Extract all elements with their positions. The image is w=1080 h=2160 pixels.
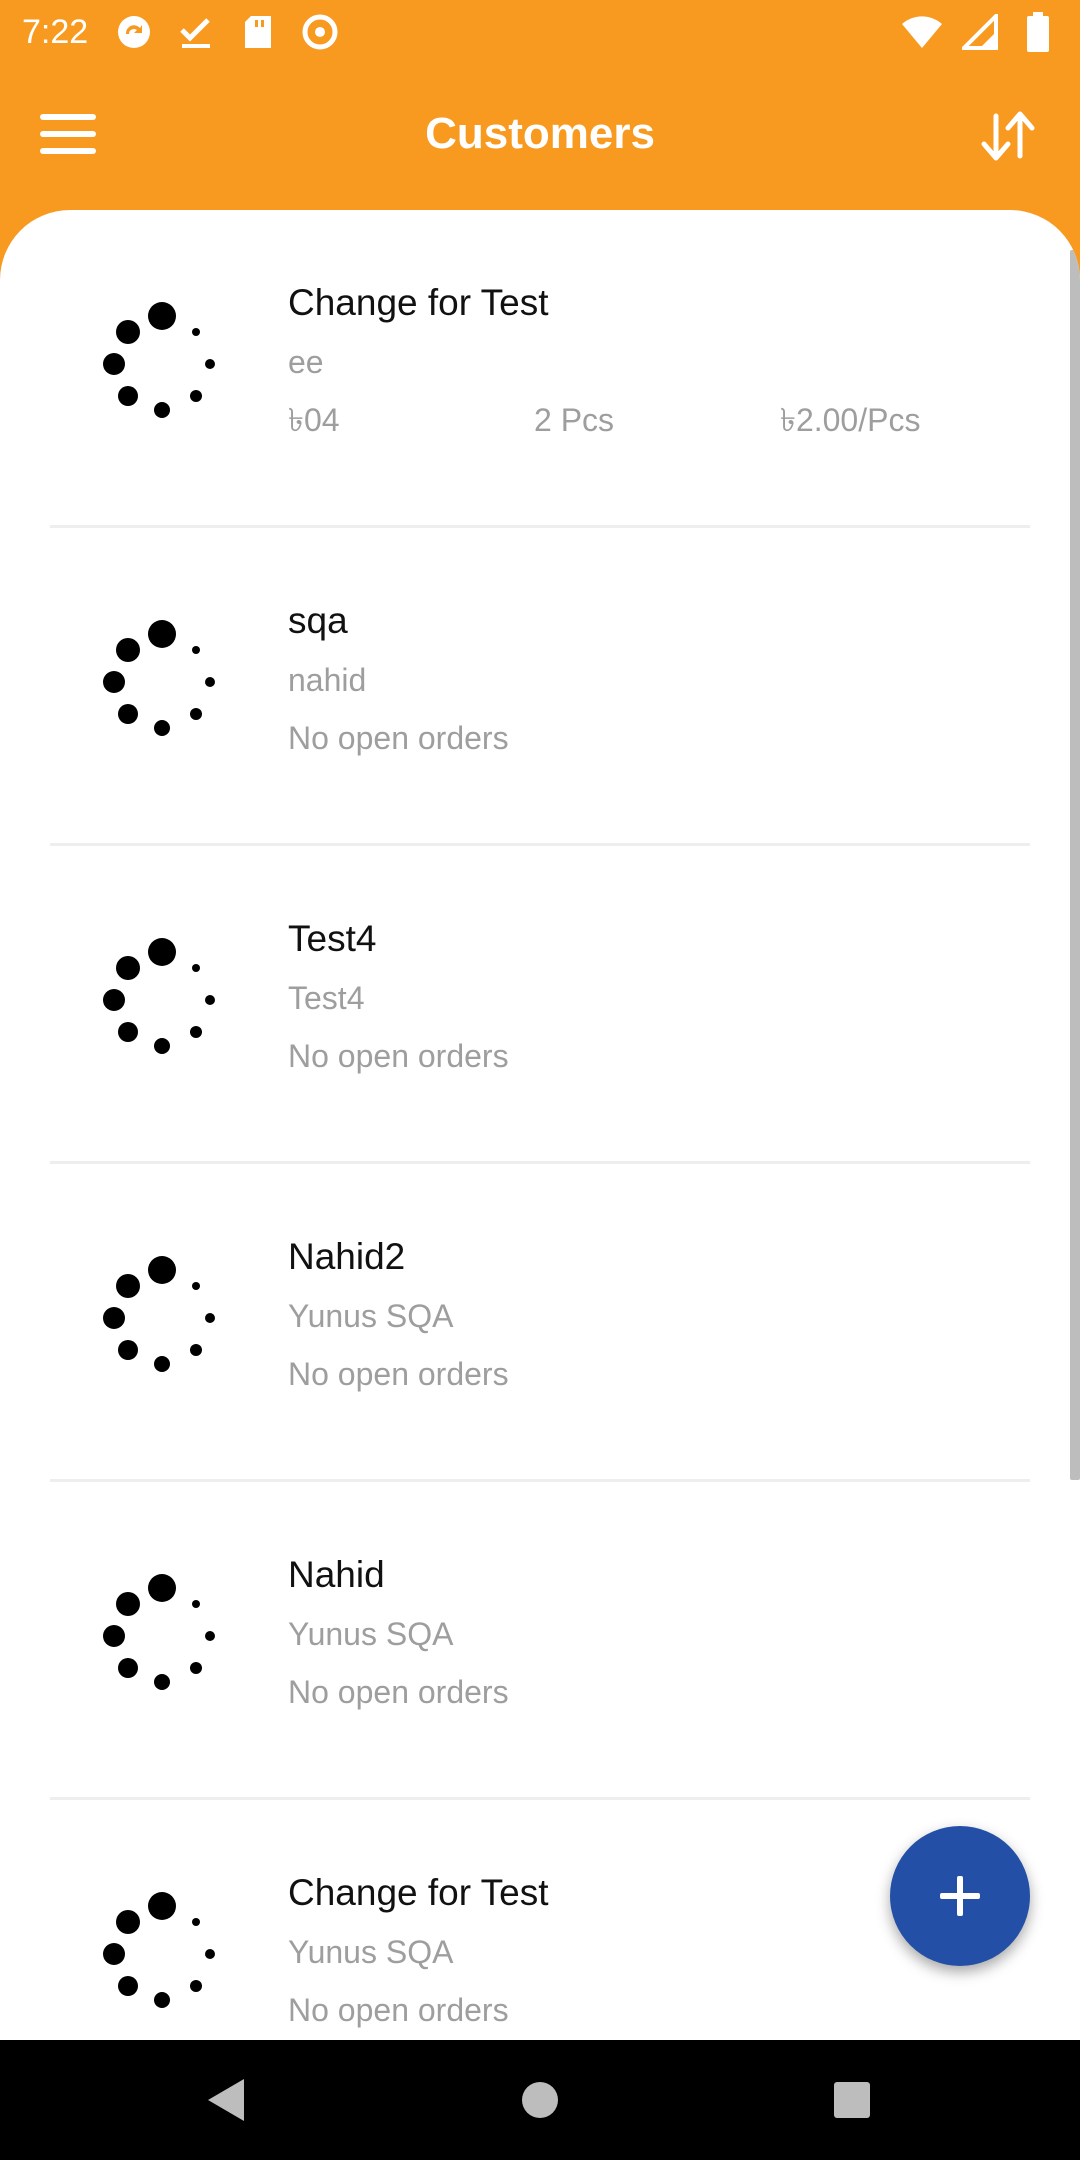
back-icon xyxy=(208,2079,244,2121)
customer-name: Nahid xyxy=(288,1554,385,1595)
customer-list-container: Change for Test ee ৳04 2 Pcs ৳2.00/Pcs sqa na… xyxy=(0,210,1080,2040)
at-icon xyxy=(298,10,342,54)
check-icon xyxy=(174,10,218,54)
app-bar: Customers xyxy=(0,64,1080,204)
customer-info: sqa nahid No open orders xyxy=(288,596,1030,760)
list-item[interactable]: sqa nahid No open orders xyxy=(50,528,1030,846)
home-icon xyxy=(522,2082,558,2118)
order-summary: ৳04 2 Pcs ৳2.00/Pcs xyxy=(288,398,1030,442)
navigation-bar xyxy=(0,2040,1080,2160)
sort-button[interactable] xyxy=(976,104,1040,168)
customer-subtitle: Yunus SQA xyxy=(288,1298,454,1334)
recents-icon xyxy=(834,2082,870,2118)
customer-list: Change for Test ee ৳04 2 Pcs ৳2.00/Pcs sqa na… xyxy=(0,210,1080,2040)
order-status: No open orders xyxy=(288,1038,509,1074)
loading-avatar-icon xyxy=(100,1252,240,1392)
scrollbar[interactable] xyxy=(1070,250,1080,1480)
list-item[interactable]: Change for Test Yunus SQA No open orders xyxy=(50,1800,1030,2040)
customer-name: sqa xyxy=(288,600,348,641)
loading-avatar-icon xyxy=(100,1570,240,1710)
list-item[interactable]: Change for Test ee ৳04 2 Pcs ৳2.00/Pcs xyxy=(50,210,1030,528)
sd-card-icon xyxy=(236,10,280,54)
status-icons-left xyxy=(112,10,342,54)
sync-icon xyxy=(112,10,156,54)
back-button[interactable] xyxy=(196,2070,256,2130)
order-status: No open orders xyxy=(288,720,509,756)
battery-icon xyxy=(1016,10,1060,54)
sort-icon xyxy=(981,111,1035,161)
customer-info: Nahid2 Yunus SQA No open orders xyxy=(288,1232,1030,1396)
customer-name: Nahid2 xyxy=(288,1236,406,1277)
plus-icon xyxy=(940,1876,980,1916)
add-customer-button[interactable] xyxy=(890,1826,1030,1966)
page-title: Customers xyxy=(425,109,655,158)
loading-avatar-icon xyxy=(100,1888,240,2028)
customer-info: Change for Test ee ৳04 2 Pcs ৳2.00/Pcs xyxy=(288,278,1030,442)
recents-button[interactable] xyxy=(822,2070,882,2130)
loading-avatar-icon xyxy=(100,934,240,1074)
home-button[interactable] xyxy=(510,2070,570,2130)
customer-subtitle: ee xyxy=(288,344,324,380)
signal-icon xyxy=(958,10,1002,54)
order-status: No open orders xyxy=(288,1674,509,1710)
customer-info: Test4 Test4 No open orders xyxy=(288,914,1030,1078)
list-item[interactable]: Nahid Yunus SQA No open orders xyxy=(50,1482,1030,1800)
order-status: No open orders xyxy=(288,1992,509,2028)
loading-avatar-icon xyxy=(100,298,240,438)
list-item[interactable]: Test4 Test4 No open orders xyxy=(50,846,1030,1164)
list-item[interactable]: Nahid2 Yunus SQA No open orders xyxy=(50,1164,1030,1482)
order-unit-price: ৳2.00/Pcs xyxy=(780,402,921,438)
wifi-icon xyxy=(900,10,944,54)
customer-info: Nahid Yunus SQA No open orders xyxy=(288,1550,1030,1714)
customer-subtitle: nahid xyxy=(288,662,367,698)
loading-avatar-icon xyxy=(100,616,240,756)
order-amount: ৳04 xyxy=(288,402,340,438)
status-bar: 7:22 xyxy=(0,0,1080,64)
order-status: No open orders xyxy=(288,1356,509,1392)
order-quantity: 2 Pcs xyxy=(534,402,615,438)
customer-name: Change for Test xyxy=(288,282,549,323)
customer-subtitle: Yunus SQA xyxy=(288,1616,454,1652)
status-icons-right xyxy=(900,10,1060,54)
customer-subtitle: Test4 xyxy=(288,980,365,1016)
status-time: 7:22 xyxy=(22,13,89,51)
customer-name: Test4 xyxy=(288,918,377,959)
